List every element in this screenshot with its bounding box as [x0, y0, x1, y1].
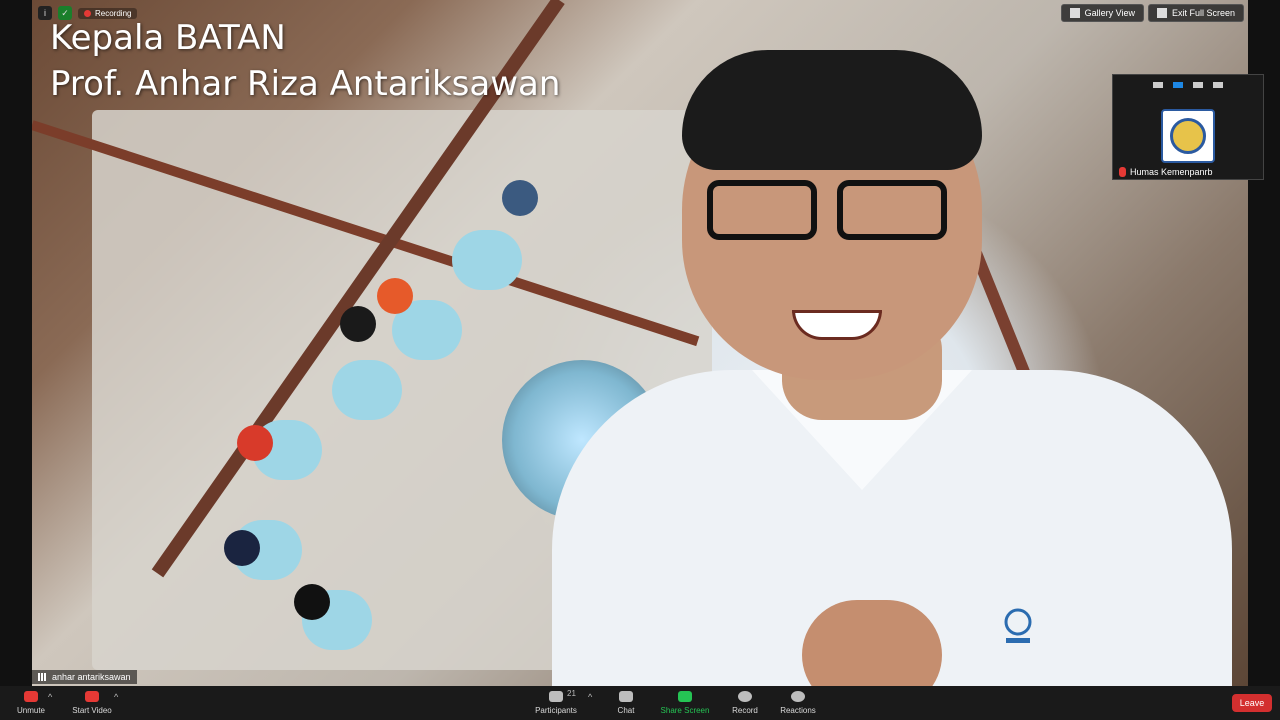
- head-cap: [502, 180, 538, 216]
- reactions-label: Reactions: [780, 706, 816, 715]
- chat-icon: [619, 691, 633, 702]
- start-video-button[interactable]: Start Video: [70, 686, 114, 720]
- thumbnail-name-tag: Humas Kemenpanrb: [1119, 167, 1213, 177]
- meeting-toolbar: Unmute ^ Start Video ^ Participants 21 ^…: [0, 686, 1280, 720]
- gallery-view-label: Gallery View: [1084, 8, 1135, 18]
- chat-label: Chat: [617, 706, 635, 715]
- glasses-icon: [707, 180, 957, 250]
- share-screen-label: Share Screen: [660, 706, 710, 715]
- share-screen-icon: [678, 691, 692, 702]
- recording-dot-icon: [84, 9, 91, 17]
- speaker-name-tag: anhar antariksawan: [32, 670, 137, 684]
- strip-view-icon[interactable]: [1193, 82, 1203, 88]
- head-cap: [224, 530, 260, 566]
- leave-button[interactable]: Leave: [1232, 694, 1272, 712]
- exit-full-screen-label: Exit Full Screen: [1171, 8, 1235, 18]
- grid-icon: [1069, 8, 1080, 18]
- speaker-title-line1: Kepala BATAN: [50, 18, 286, 58]
- hands: [802, 600, 942, 686]
- head-cap: [377, 278, 413, 314]
- record-label: Record: [732, 706, 758, 715]
- speaker-name: anhar antariksawan: [52, 672, 131, 682]
- participants-options-caret[interactable]: ^: [588, 692, 592, 702]
- head-cap: [340, 306, 376, 342]
- worker-figure: [332, 360, 402, 420]
- mic-muted-icon: [1119, 167, 1126, 177]
- signal-bars-icon: [38, 673, 48, 681]
- head-cap: [237, 425, 273, 461]
- thumbnail-participant-name: Humas Kemenpanrb: [1130, 167, 1213, 177]
- audio-options-caret[interactable]: ^: [48, 692, 52, 702]
- speaker-view-icon[interactable]: [1173, 82, 1183, 88]
- chat-button[interactable]: Chat: [612, 686, 640, 720]
- thumbnail-controls: [1113, 75, 1263, 95]
- minimize-icon[interactable]: [1153, 82, 1163, 88]
- start-video-label: Start Video: [72, 706, 112, 715]
- reactions-button[interactable]: Reactions: [778, 686, 818, 720]
- worker-figure: [452, 230, 522, 290]
- recording-indicator: Recording: [78, 7, 138, 19]
- reactions-icon: [791, 691, 805, 702]
- people-icon: [549, 691, 563, 702]
- grid-icon[interactable]: [1213, 82, 1223, 88]
- batan-logo-icon: [1004, 608, 1032, 643]
- recording-label: Recording: [95, 8, 132, 18]
- collapse-icon: [1156, 8, 1167, 18]
- participants-label: Participants: [535, 706, 577, 715]
- participants-count: 21: [567, 689, 576, 698]
- unmute-button[interactable]: Unmute: [14, 686, 48, 720]
- head-cap: [294, 584, 330, 620]
- record-icon: [738, 691, 752, 702]
- mic-muted-icon: [24, 691, 38, 702]
- hair: [682, 50, 982, 170]
- speaker-person: [552, 40, 1232, 686]
- share-screen-button[interactable]: Share Screen: [658, 686, 712, 720]
- video-options-caret[interactable]: ^: [114, 692, 118, 702]
- unmute-label: Unmute: [16, 706, 45, 715]
- exit-full-screen-button[interactable]: Exit Full Screen: [1147, 4, 1244, 22]
- view-controls: Gallery View Exit Full Screen: [1060, 4, 1244, 22]
- video-off-icon: [85, 691, 99, 702]
- zoom-meeting-window: i ✓ Recording Kepala BATAN Prof. Anhar R…: [0, 0, 1280, 720]
- speaker-title-line2: Prof. Anhar Riza Antariksawan: [50, 64, 561, 104]
- record-button[interactable]: Record: [728, 686, 762, 720]
- gallery-view-button[interactable]: Gallery View: [1060, 4, 1144, 22]
- kemenpanrb-logo-icon: [1161, 109, 1215, 163]
- participant-thumbnail[interactable]: Humas Kemenpanrb: [1112, 74, 1264, 180]
